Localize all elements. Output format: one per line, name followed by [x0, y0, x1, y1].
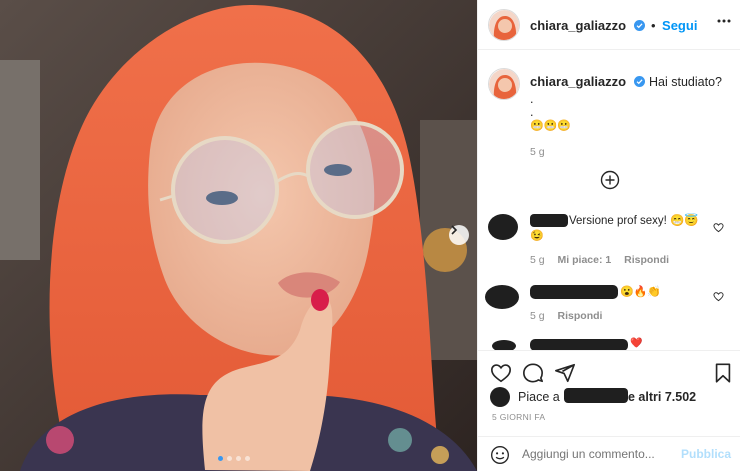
next-slide-button[interactable]	[449, 225, 469, 245]
selfie-image	[0, 0, 477, 471]
carousel-dot	[227, 456, 232, 461]
comment-likes[interactable]: Mi piace: 1	[558, 254, 612, 266]
post-side-panel: chiara_galiazzo • Segui chiara_galiazzo	[477, 0, 740, 471]
carousel-dots	[218, 456, 250, 461]
caption-age[interactable]: 5 g	[530, 146, 730, 158]
more-options-icon[interactable]	[717, 14, 731, 28]
publish-button[interactable]: Pubblica	[681, 447, 731, 461]
verified-badge-icon	[633, 20, 645, 31]
comment-bar: Pubblica	[478, 436, 740, 471]
likes-count[interactable]: e altri 7.502	[628, 390, 696, 404]
carousel-dot	[236, 456, 241, 461]
comment-bubble-icon[interactable]	[522, 362, 544, 384]
comment-avatar-redacted	[488, 214, 518, 240]
post-actions: Piace a e altri 7.502 5 GIORNI FA Pubbli…	[478, 350, 740, 471]
post-photo[interactable]	[0, 0, 477, 471]
header-username[interactable]: chiara_galiazzo	[530, 18, 626, 33]
comment-age[interactable]: 5 g	[530, 310, 545, 322]
avatar-image	[489, 10, 519, 40]
caption-line: .	[530, 105, 534, 119]
comment-text: Versione prof sexy! 😁😇	[569, 215, 699, 227]
likes-prefix: Piace a	[518, 390, 560, 404]
follow-button[interactable]: Segui	[662, 18, 697, 33]
caption-emoji: 😬😬😬	[530, 120, 572, 132]
caption-username[interactable]: chiara_galiazzo	[530, 74, 626, 89]
comment-username-redacted	[530, 285, 618, 299]
emoji-smiley-icon[interactable]	[490, 445, 510, 465]
comment-avatar-redacted	[485, 285, 519, 309]
share-send-icon[interactable]	[554, 362, 576, 384]
avatar-image	[489, 69, 519, 99]
carousel-dot	[245, 456, 250, 461]
caption-line: .	[530, 92, 534, 106]
liker-avatar-redacted	[490, 387, 510, 407]
comment-like-icon[interactable]	[713, 291, 724, 302]
caption-text: Hai studiato?	[649, 75, 722, 89]
like-heart-icon[interactable]	[490, 362, 512, 384]
comment-text: Versione prof sexy! 😁😇	[569, 214, 704, 229]
comment-text: ❤️	[630, 338, 643, 349]
caption: chiara_galiazzo Hai studiato? . . 😬😬😬 5 …	[530, 73, 730, 158]
reply-button[interactable]: Rispondi	[558, 310, 603, 322]
plus-circle-icon[interactable]	[600, 170, 620, 190]
comment-text: 😮🔥👏	[620, 286, 662, 298]
verified-badge-icon	[633, 76, 645, 87]
save-bookmark-icon[interactable]	[712, 362, 734, 384]
post-header: chiara_galiazzo • Segui	[478, 0, 740, 50]
post-time-ago[interactable]: 5 GIORNI FA	[492, 412, 545, 422]
comment-input[interactable]	[522, 447, 672, 461]
reply-button[interactable]: Rispondi	[624, 254, 669, 266]
separator-dot: •	[651, 18, 656, 33]
liker-username-redacted	[564, 388, 628, 403]
comment-age[interactable]: 5 g	[530, 254, 545, 266]
comment-text-line2: 😉	[530, 230, 544, 242]
comment-like-icon[interactable]	[713, 222, 724, 233]
avatar[interactable]	[488, 9, 520, 41]
comment-username-redacted	[530, 214, 568, 227]
chevron-right-icon	[451, 225, 458, 235]
caption-avatar[interactable]	[488, 68, 520, 100]
carousel-dot	[218, 456, 223, 461]
